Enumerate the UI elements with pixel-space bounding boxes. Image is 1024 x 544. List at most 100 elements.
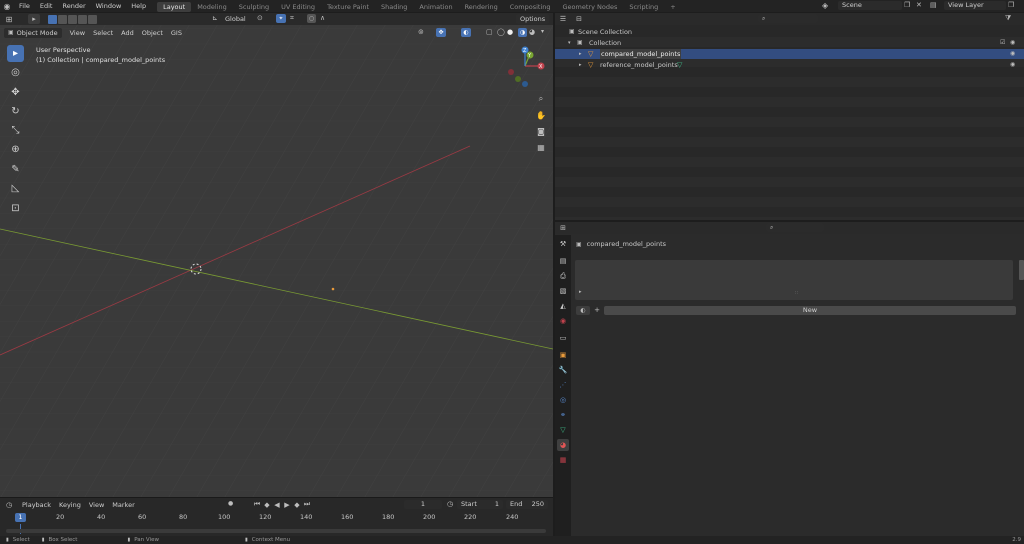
collection-tab-icon[interactable]: ▭ [557, 332, 569, 344]
world-tab-icon[interactable]: ◉ [557, 315, 569, 327]
outliner-row-compared-model-points[interactable]: ▸ ▽ compared_model_points ◉ [555, 49, 1024, 59]
select-new-icon[interactable] [48, 14, 57, 24]
tab-modeling[interactable]: Modeling [191, 2, 233, 12]
tab-compositing[interactable]: Compositing [504, 2, 557, 12]
object-visibility-icon[interactable]: ◉ [1010, 49, 1015, 59]
expand-collection-icon[interactable]: ▾ [568, 38, 571, 48]
view-layer-icon[interactable]: ▤ [930, 1, 937, 9]
annotate-tool-icon[interactable]: ✎ [7, 161, 24, 178]
new-material-button[interactable]: New [604, 305, 1016, 315]
menu-edit[interactable]: Edit [35, 0, 58, 12]
options-dropdown[interactable]: Options [516, 14, 550, 24]
timeline-scrollbar[interactable] [6, 529, 546, 533]
start-frame-field[interactable]: Start 1 [457, 500, 503, 509]
cursor-tool-icon[interactable]: ◎ [7, 64, 24, 81]
tab-texture-paint[interactable]: Texture Paint [321, 2, 375, 12]
menu-view[interactable]: View [66, 28, 89, 38]
view-layer-tab-icon[interactable]: ▧ [557, 285, 569, 297]
menu-keying[interactable]: Keying [55, 500, 85, 510]
frame-ruler[interactable]: 1 20 40 60 80 100 120 140 160 180 200 22… [0, 512, 553, 524]
overlays-icon[interactable]: ◐ [461, 28, 471, 37]
shading-material-icon[interactable]: ◑ [518, 28, 527, 37]
move-tool-icon[interactable]: ✥ [7, 84, 24, 101]
expand-object-icon[interactable]: ▸ [579, 49, 582, 59]
collection-visibility-icon[interactable]: ◉ [1010, 38, 1015, 48]
blender-logo-icon[interactable]: ◉ [0, 2, 14, 11]
data-tab-icon[interactable]: ▽ [557, 424, 569, 436]
rotate-tool-icon[interactable]: ↻ [7, 103, 24, 120]
outliner-row-reference-model-points[interactable]: ▸ ▽ reference_model_points ▽ ◉ [555, 60, 1024, 70]
select-extend-icon[interactable] [58, 14, 67, 24]
tab-sculpting[interactable]: Sculpting [233, 2, 275, 12]
add-material-icon[interactable]: + [592, 306, 602, 315]
properties-search-input[interactable]: ⌕ [766, 223, 824, 232]
shading-options-icon[interactable]: ▾ [541, 28, 544, 35]
jump-end-icon[interactable]: ⏭ [302, 500, 312, 509]
object-name-label[interactable]: compared_model_points [600, 49, 682, 59]
tab-layout[interactable]: Layout [157, 1, 192, 12]
preview-range-icon[interactable]: ◷ [447, 500, 453, 508]
outliner-row-scene-collection[interactable]: ▣ Scene Collection [555, 27, 1024, 37]
tab-rendering[interactable]: Rendering [459, 2, 504, 12]
tab-uv-editing[interactable]: UV Editing [275, 2, 321, 12]
snap-target-icon[interactable]: ⌗ [290, 14, 294, 23]
playhead[interactable]: 1 [15, 513, 26, 522]
falloff-icon[interactable]: ∧ [320, 14, 325, 22]
play-reverse-icon[interactable]: ◀ [272, 501, 282, 509]
shading-wireframe-icon[interactable]: ◯ [497, 28, 505, 36]
outliner-search-input[interactable]: ⌕ [758, 14, 818, 23]
tab-shading[interactable]: Shading [375, 2, 413, 12]
menu-playback[interactable]: Playback [18, 500, 55, 510]
view-layer-selector[interactable]: View Layer [944, 1, 1006, 10]
transform-orientation-dropdown[interactable]: Global [221, 14, 250, 24]
select-subtract-icon[interactable] [68, 14, 77, 24]
select-tool-icon[interactable]: ▸ [28, 14, 40, 24]
shading-solid-icon[interactable]: ● [507, 28, 513, 36]
mode-dropdown[interactable]: ▣ Object Mode [4, 28, 62, 38]
material-slot-list[interactable]: ▸ ∷ [575, 260, 1013, 300]
scene-tab-icon[interactable]: ◭ [557, 300, 569, 312]
navigation-gizmo[interactable]: Z X Y [503, 44, 551, 92]
outliner-editor-icon[interactable]: ☰ [555, 15, 571, 23]
object-visibility-icon[interactable]: ◉ [1010, 60, 1015, 70]
material-browse-icon[interactable]: ◐ [576, 305, 590, 315]
next-keyframe-icon[interactable]: ◆ [292, 501, 302, 509]
measure-tool-icon[interactable]: ◺ [7, 180, 24, 197]
copy-scene-icon[interactable]: ❐ [904, 1, 910, 9]
select-invert-icon[interactable] [78, 14, 87, 24]
menu-file[interactable]: File [14, 0, 35, 12]
menu-marker[interactable]: Marker [108, 500, 138, 510]
tool-tab-icon[interactable]: ⚒ [557, 238, 569, 250]
constraints-tab-icon[interactable]: ⚭ [557, 409, 569, 421]
scene-selector[interactable]: Scene [838, 1, 902, 10]
list-resize-handle[interactable]: ∷ [795, 290, 798, 296]
zoom-icon[interactable]: ⌕ [534, 91, 548, 107]
particles-tab-icon[interactable]: ⋰ [557, 379, 569, 391]
menu-render[interactable]: Render [57, 0, 90, 12]
render-tab-icon[interactable]: ▤ [557, 255, 569, 267]
editor-type-icon[interactable]: ⊞ [0, 15, 18, 24]
scale-tool-icon[interactable]: ⤡ [7, 122, 24, 139]
select-box-tool-icon[interactable]: ▸ [7, 45, 24, 62]
display-mode-icon[interactable]: ⊟ [571, 15, 587, 23]
proportional-edit-icon[interactable]: ○ [307, 14, 316, 23]
menu-gis[interactable]: GIS [167, 28, 186, 38]
visibility-icon[interactable]: ⊚ [418, 28, 424, 36]
end-frame-field[interactable]: End 250 [506, 500, 548, 509]
expand-object-icon[interactable]: ▸ [579, 60, 582, 70]
jump-start-icon[interactable]: ⏮ [252, 500, 262, 509]
menu-select[interactable]: Select [89, 28, 117, 38]
copy-view-layer-icon[interactable]: ❐ [1008, 1, 1014, 9]
gizmo-icon[interactable]: ✥ [436, 28, 446, 37]
tab-geometry-nodes[interactable]: Geometry Nodes [557, 2, 624, 12]
scene-icon[interactable]: ◈ [822, 1, 828, 10]
add-cube-tool-icon[interactable]: ⊡ [7, 200, 24, 217]
filter-icon[interactable]: ⧩ [1005, 14, 1011, 23]
select-intersect-icon[interactable] [88, 14, 97, 24]
physics-tab-icon[interactable]: ◎ [557, 394, 569, 406]
outliner-row-collection[interactable]: ▾ ▣ Collection ☑ ◉ [555, 38, 1024, 48]
menu-object[interactable]: Object [138, 28, 167, 38]
record-icon[interactable]: ● [228, 500, 233, 507]
menu-help[interactable]: Help [126, 0, 151, 12]
properties-editor-icon[interactable]: ⊞ [555, 224, 571, 232]
